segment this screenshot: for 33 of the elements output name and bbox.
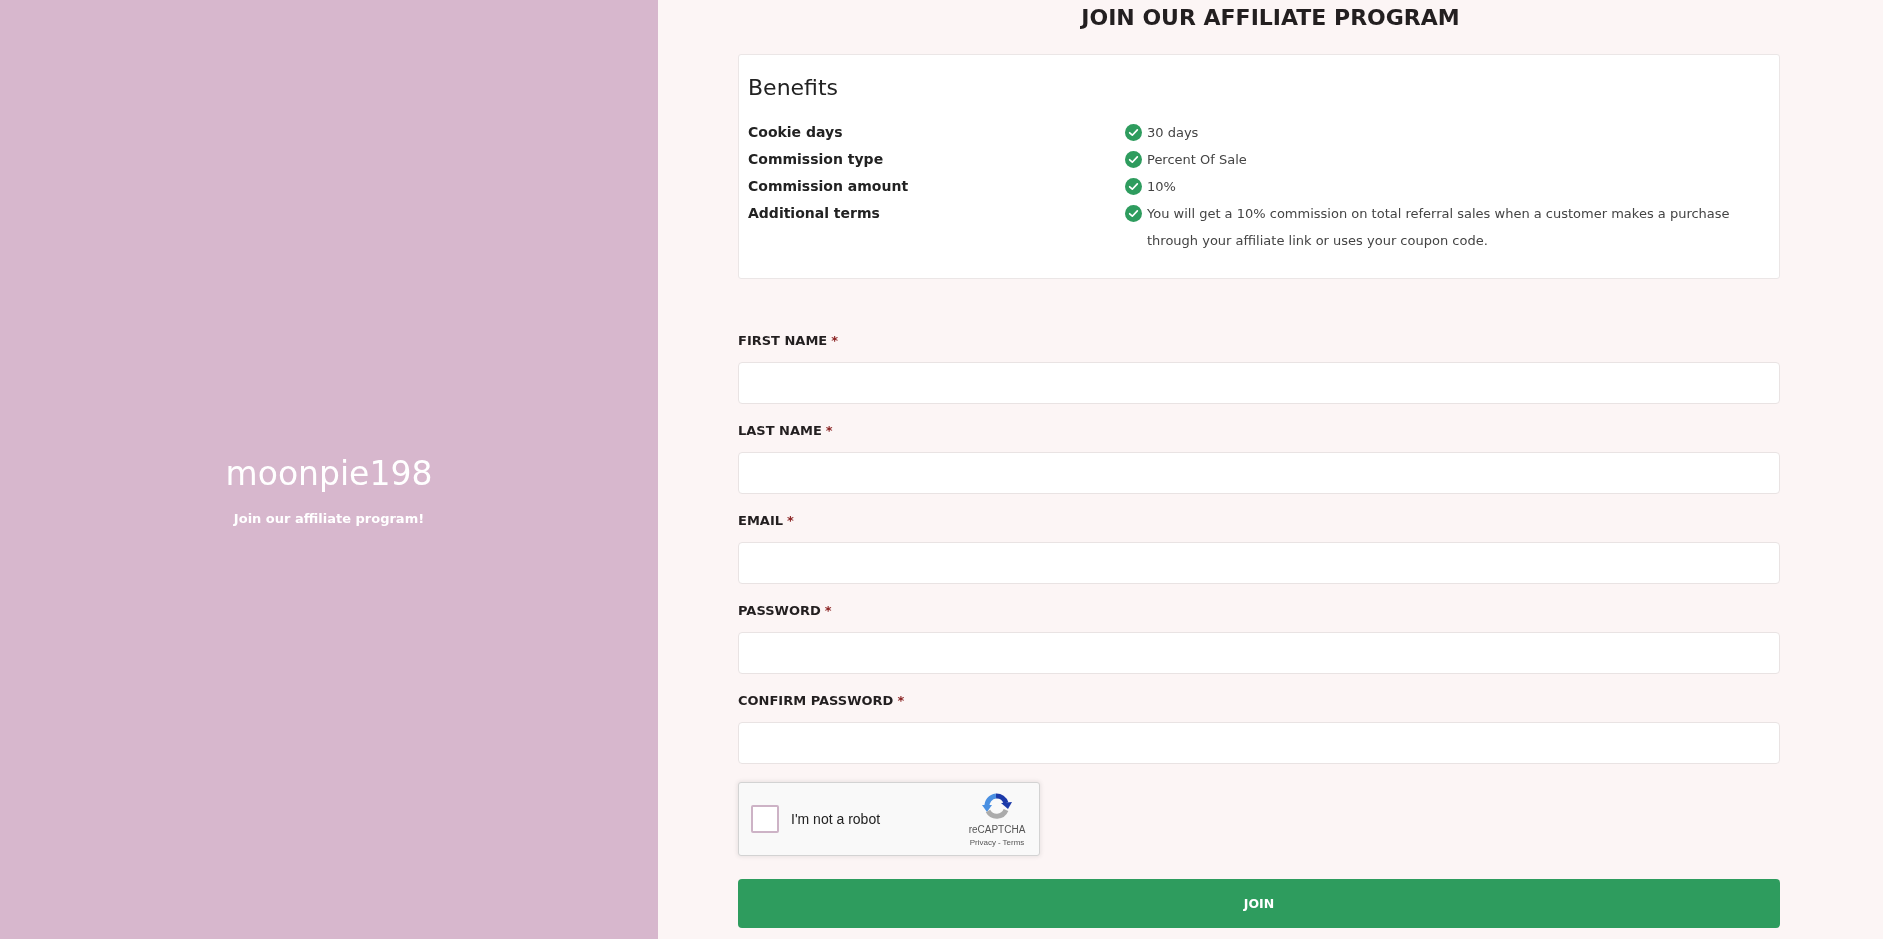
check-circle-icon bbox=[1125, 151, 1142, 168]
field-label: LAST NAME * bbox=[738, 422, 833, 440]
input-field[interactable] bbox=[738, 362, 1780, 404]
benefit-value: 30 days bbox=[1147, 124, 1199, 142]
check-circle-icon bbox=[1125, 178, 1142, 195]
benefits-heading: Benefits bbox=[748, 74, 840, 102]
check-circle-icon bbox=[1125, 205, 1142, 222]
captcha-checkbox[interactable] bbox=[751, 805, 779, 833]
brand-name: moonpie198 bbox=[225, 453, 433, 495]
benefit-label: Additional terms bbox=[748, 204, 881, 223]
terms-link[interactable]: Terms bbox=[1002, 838, 1025, 848]
check-circle-icon bbox=[1125, 124, 1142, 141]
captcha-label: I'm not a robot bbox=[791, 811, 881, 827]
page-title: JOIN OUR AFFILIATE PROGRAM bbox=[1081, 5, 1460, 31]
benefit-value: You will get a 10% commission on total referral sales when a customer makes a purchase through your affiliate link or uses your coupon code. bbox=[1147, 205, 1731, 250]
captcha-brand-text: reCAPTCHA bbox=[968, 824, 1026, 836]
input-field[interactable] bbox=[738, 722, 1780, 764]
benefit-label: Cookie days bbox=[748, 123, 844, 142]
input-field[interactable] bbox=[738, 542, 1780, 584]
input-field[interactable] bbox=[738, 452, 1780, 494]
field-label: PASSWORD * bbox=[738, 602, 832, 620]
privacy-link[interactable]: Privacy bbox=[969, 838, 996, 848]
benefit-label: Commission type bbox=[748, 150, 885, 169]
tagline-text: Join our affiliate program! bbox=[233, 510, 425, 528]
benefit-label: Commission amount bbox=[748, 177, 910, 196]
field-label: FIRST NAME * bbox=[738, 332, 839, 350]
benefit-value: Percent Of Sale bbox=[1147, 151, 1247, 169]
field-label: EMAIL * bbox=[738, 512, 794, 530]
benefit-value: 10% bbox=[1147, 178, 1176, 196]
circular-arrows-icon bbox=[981, 790, 1013, 822]
input-field[interactable] bbox=[738, 632, 1780, 674]
field-label: CONFIRM PASSWORD * bbox=[738, 692, 905, 710]
link-separator: - bbox=[997, 838, 1001, 848]
